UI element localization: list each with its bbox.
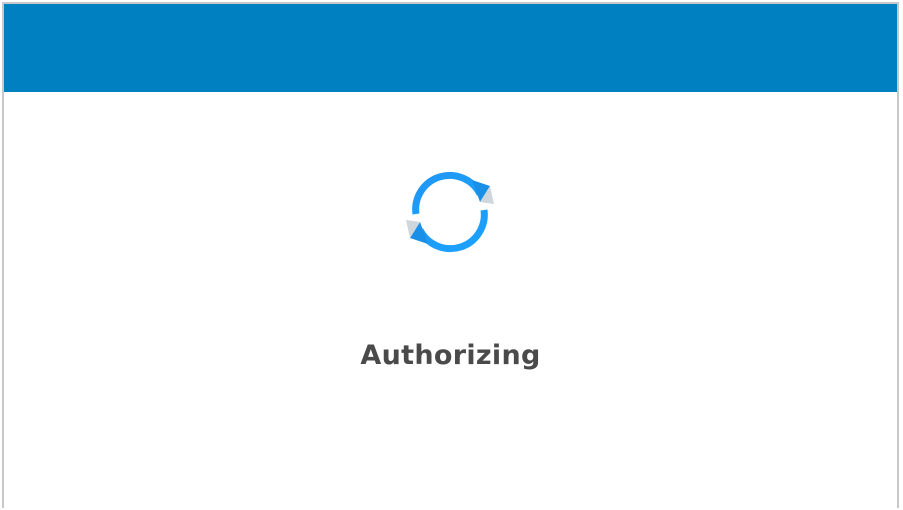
content-area: Authorizing	[4, 92, 897, 508]
sync-arrows-icon	[402, 164, 498, 260]
header-bar	[4, 4, 897, 92]
authorization-window: Authorizing	[2, 2, 899, 508]
status-text: Authorizing	[360, 340, 541, 371]
